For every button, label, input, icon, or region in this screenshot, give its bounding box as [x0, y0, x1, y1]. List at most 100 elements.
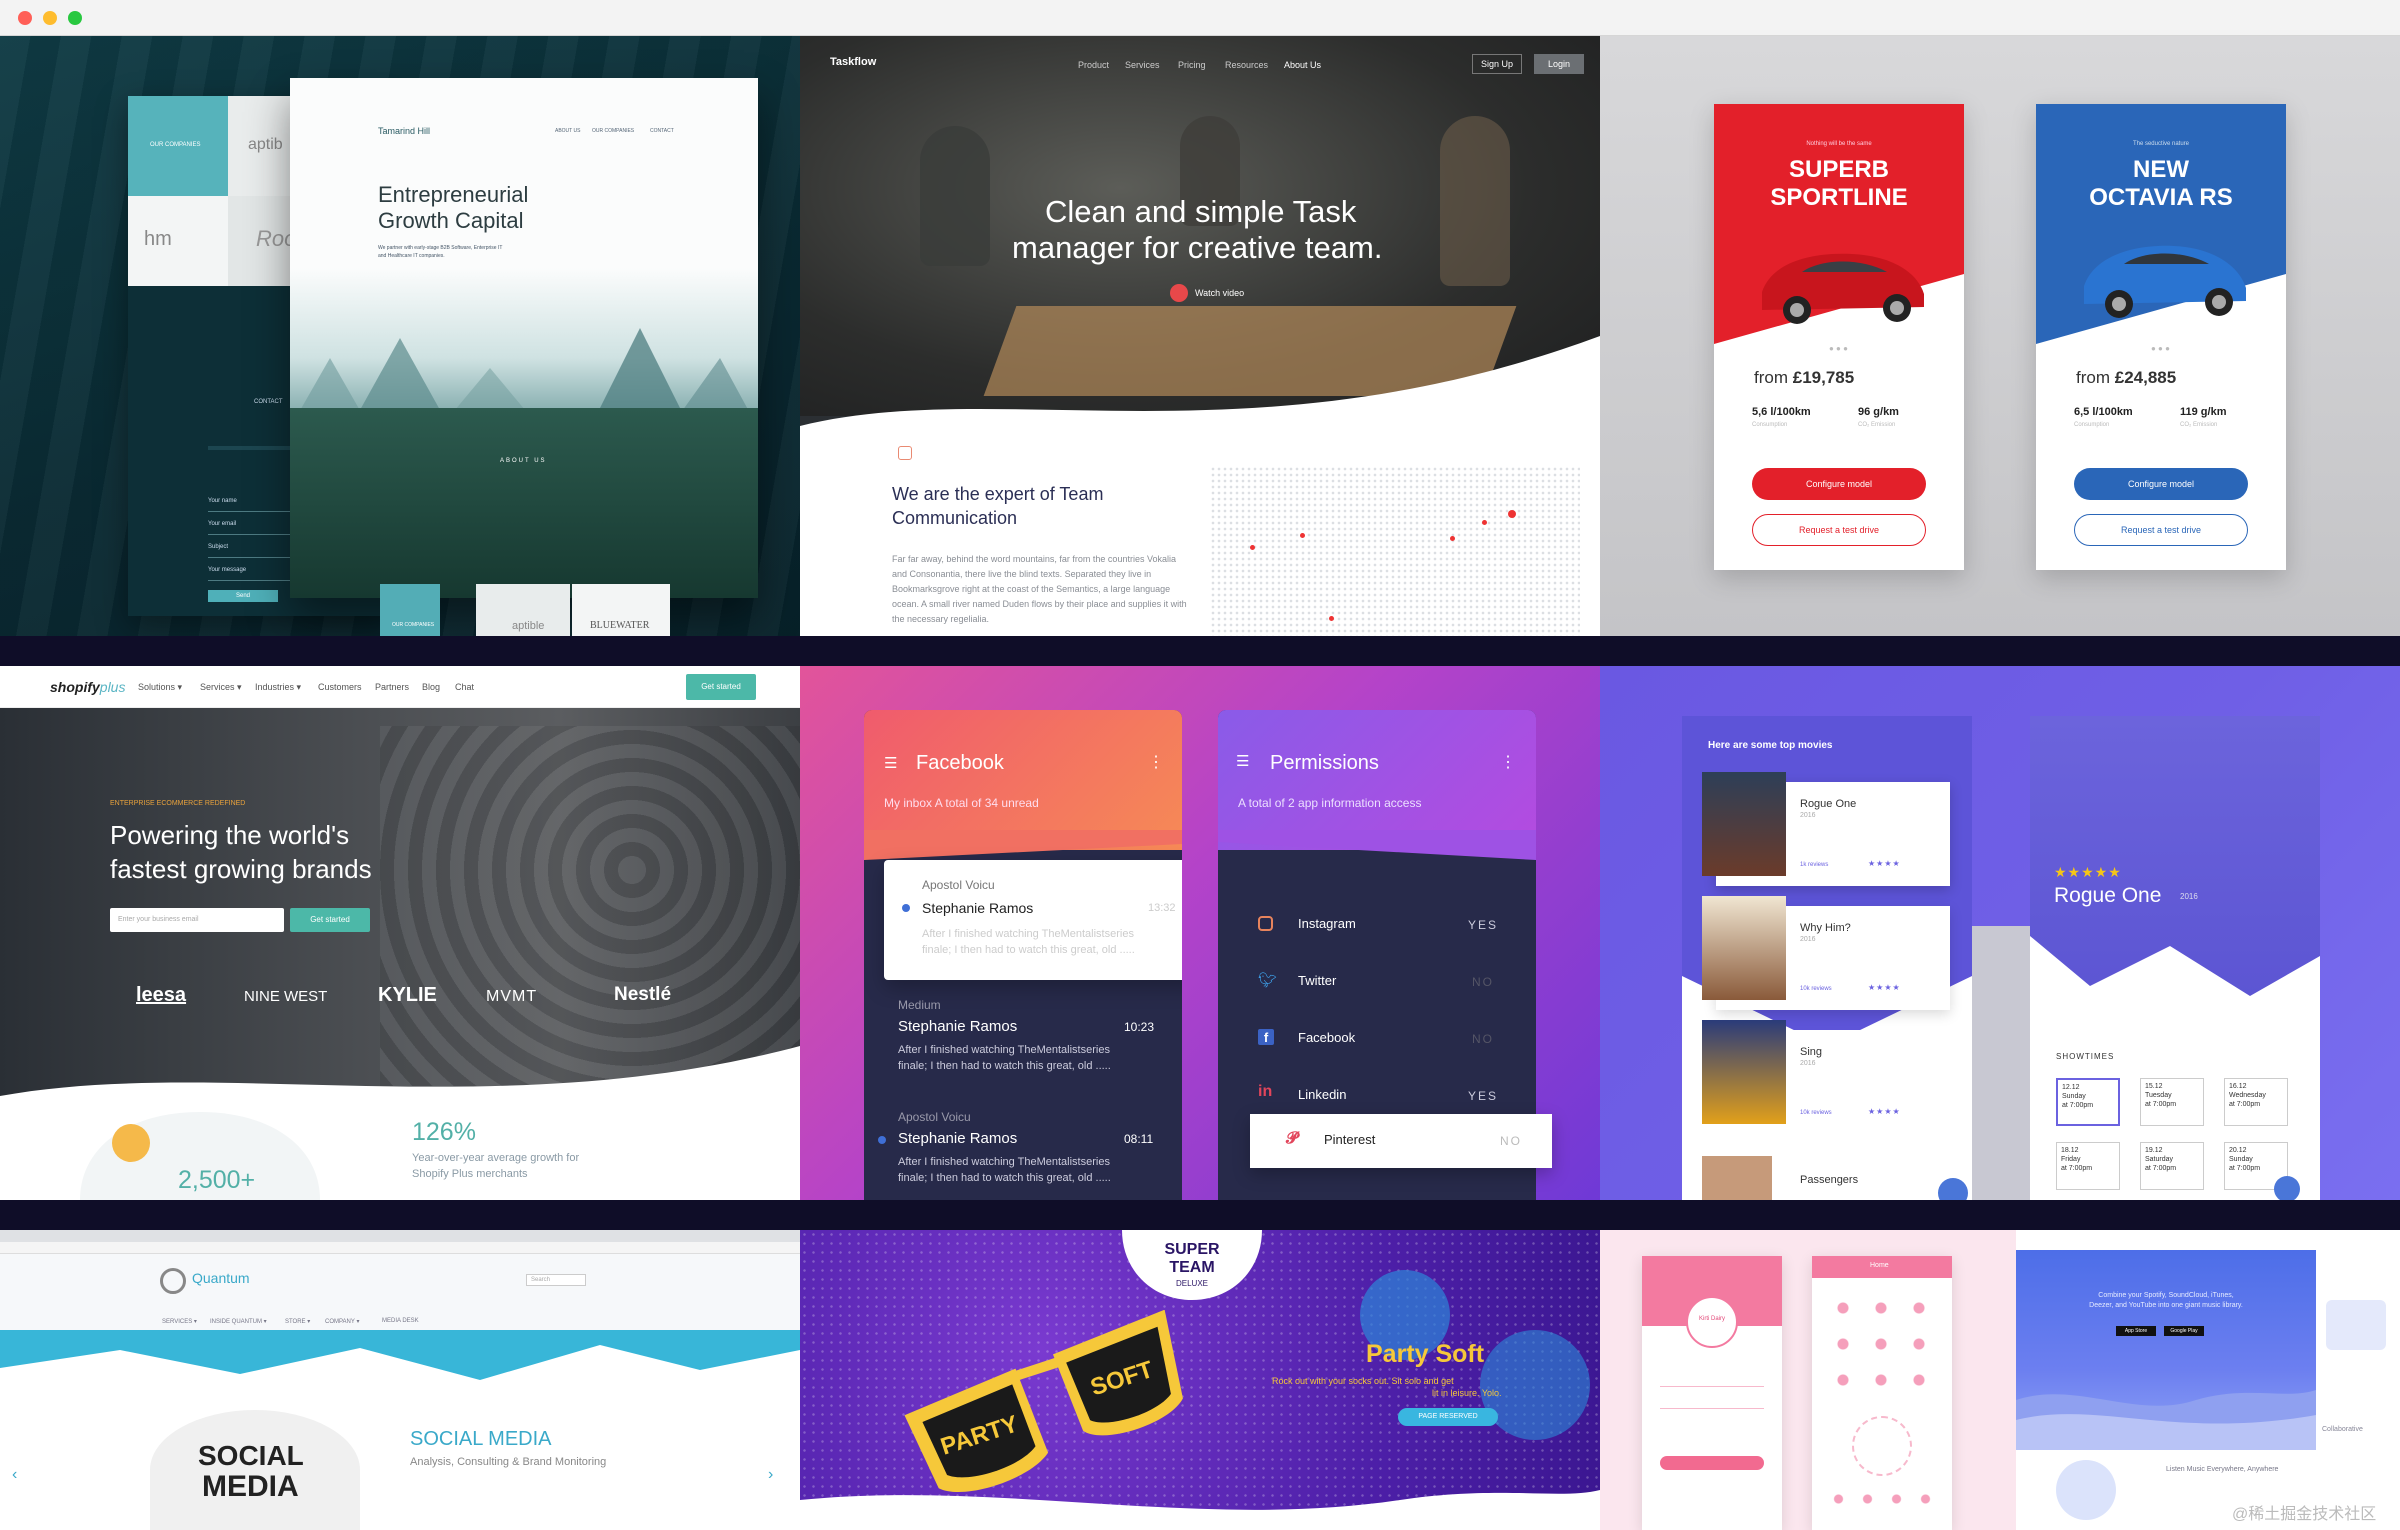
nav-industries[interactable]: Industries ▾: [255, 682, 301, 693]
showtime-date: 18.12: [2061, 1147, 2079, 1154]
rating-stars: ★★★★★: [2054, 864, 2122, 880]
message-row[interactable]: Apostol Voicu Stephanie Ramos 08:11 Afte…: [864, 1100, 1182, 1200]
bottom-icons[interactable]: [1824, 1484, 1940, 1514]
nav-company[interactable]: COMPANY ▾: [325, 1318, 359, 1325]
permission-row-facebook[interactable]: f Facebook NO: [1218, 1010, 1536, 1066]
permission-row-instagram[interactable]: Instagram YES: [1218, 896, 1536, 952]
nav-services[interactable]: Services: [1125, 60, 1160, 70]
companies-tile[interactable]: OUR COMPANIES: [380, 584, 440, 636]
shopify-logo[interactable]: shopifyplus: [50, 679, 125, 695]
nav-about[interactable]: About Us: [1284, 60, 1321, 70]
login-field[interactable]: [1660, 1408, 1764, 1409]
app-store-button[interactable]: App Store: [2116, 1326, 2156, 1336]
send-button[interactable]: Send: [208, 590, 278, 602]
review-count[interactable]: 1k reviews: [1800, 862, 1828, 868]
permission-value[interactable]: NO: [1472, 1032, 1494, 1046]
nav-media-desk[interactable]: MEDIA DESK: [382, 1318, 419, 1324]
movie-item-rogue-one[interactable]: Rogue One 2016 1k reviews ★★★★: [1702, 772, 1950, 886]
nav-services[interactable]: Services ▾: [200, 682, 242, 693]
permission-value[interactable]: NO: [1472, 975, 1494, 989]
more-options-icon[interactable]: ⋮: [1148, 752, 1164, 772]
play-icon[interactable]: [1170, 284, 1188, 302]
permission-value[interactable]: YES: [1468, 1089, 1498, 1103]
center-dial-icon[interactable]: [1852, 1416, 1912, 1476]
message-sender: Apostol Voicu: [922, 878, 995, 892]
nav-services[interactable]: SERVICES ▾: [162, 1318, 197, 1325]
car-card-superb[interactable]: Nothing will be the same SUPERB SPORTLIN…: [1714, 104, 1964, 570]
car-card-octavia[interactable]: The seductive nature NEW OCTAVIA RS ● ● …: [2036, 104, 2286, 570]
get-started-nav-button[interactable]: Get started: [686, 674, 756, 700]
nav-blog[interactable]: Blog: [422, 682, 440, 692]
taskflow-logo[interactable]: Taskflow: [830, 56, 876, 68]
review-count[interactable]: 10k reviews: [1800, 1110, 1832, 1116]
nav-chat[interactable]: Chat: [455, 682, 474, 692]
movie-item-sing[interactable]: Sing 2016 10k reviews ★★★★: [1702, 1020, 1950, 1134]
nav-contact[interactable]: CONTACT: [650, 128, 674, 134]
our-companies-tile[interactable]: OUR COMPANIES: [128, 96, 228, 196]
quantum-logo-text[interactable]: Quantum: [192, 1270, 250, 1286]
showtime-slot[interactable]: 12.12 Sunday at 7:00pm: [2056, 1078, 2120, 1126]
menu-icon[interactable]: ☰: [884, 754, 897, 772]
business-email-input[interactable]: Enter your business email: [110, 908, 284, 932]
divider-strip: [1972, 926, 2030, 1200]
search-input[interactable]: Search: [526, 1274, 586, 1286]
google-play-button[interactable]: Google Play: [2164, 1326, 2204, 1336]
signup-button[interactable]: Sign Up: [1472, 54, 1522, 74]
login-button[interactable]: Login: [1534, 54, 1584, 74]
movie-item-why-him[interactable]: Why Him? 2016 10k reviews ★★★★: [1702, 896, 1950, 1010]
carousel-prev-icon[interactable]: ‹: [12, 1466, 17, 1484]
permission-value[interactable]: YES: [1468, 918, 1498, 932]
menu-icon[interactable]: ☰: [1236, 752, 1249, 770]
brand-logo[interactable]: Tamarind Hill: [378, 126, 430, 136]
showtime-slot[interactable]: 16.12 Wednesday at 7:00pm: [2224, 1078, 2288, 1126]
minimize-window-button[interactable]: [43, 11, 57, 25]
nav-pricing[interactable]: Pricing: [1178, 60, 1206, 70]
nav-resources[interactable]: Resources: [1225, 60, 1268, 70]
super-team-logo[interactable]: SUPER TEAM DELUXE: [1122, 1230, 1262, 1310]
message-row-selected[interactable]: Apostol Voicu Stephanie Ramos 13:32 Afte…: [884, 860, 1182, 980]
nav-about[interactable]: ABOUT US: [555, 128, 580, 134]
category-grid[interactable]: [1824, 1290, 1940, 1400]
review-count[interactable]: 10k reviews: [1800, 986, 1832, 992]
permission-row-pinterest[interactable]: 𝓟 Pinterest NO: [1250, 1114, 1552, 1168]
card-tagline: The seductive nature: [2132, 141, 2190, 147]
carousel-dots[interactable]: ● ● ●: [1829, 344, 1848, 353]
movie-title: Passengers: [1800, 1174, 1859, 1186]
login-field[interactable]: [1660, 1386, 1764, 1387]
showtime-slot[interactable]: 19.12 Saturday at 7:00pm: [2140, 1142, 2204, 1190]
hero-headline-line1: Clean and simple Task: [1045, 194, 1357, 229]
car-cards-panel: Nothing will be the same SUPERB SPORTLIN…: [1600, 36, 2400, 636]
rating-stars: ★★★★: [1868, 983, 1901, 992]
carousel-next-icon[interactable]: ›: [768, 1466, 773, 1484]
microphone-icon[interactable]: [1938, 1178, 1968, 1200]
test-drive-button[interactable]: Request a test drive: [2074, 514, 2248, 546]
close-window-button[interactable]: [18, 11, 32, 25]
nav-product[interactable]: Product: [1078, 60, 1109, 70]
test-drive-button[interactable]: Request a test drive: [1752, 514, 1926, 546]
permission-row-twitter[interactable]: 🐦︎ Twitter NO: [1218, 953, 1536, 1009]
showtime-slot[interactable]: 15.12 Tuesday at 7:00pm: [2140, 1078, 2204, 1126]
nav-inside-quantum[interactable]: INSIDE QUANTUM ▾: [210, 1318, 267, 1325]
nav-store[interactable]: STORE ▾: [285, 1318, 310, 1325]
message-row[interactable]: Medium Stephanie Ramos 10:23 After I fin…: [864, 988, 1182, 1088]
page-reserved-button[interactable]: PAGE RESERVED: [1398, 1408, 1498, 1426]
configure-model-button[interactable]: Configure model: [1752, 468, 1926, 500]
browser-address-bar[interactable]: [0, 1242, 800, 1254]
nav-partners[interactable]: Partners: [375, 682, 409, 692]
maximize-window-button[interactable]: [68, 11, 82, 25]
carousel-dots[interactable]: ● ● ●: [2151, 344, 2170, 353]
front-page: Tamarind Hill ABOUT US OUR COMPANIES CON…: [290, 78, 758, 598]
permission-value[interactable]: NO: [1500, 1134, 1522, 1148]
get-started-button[interactable]: Get started: [290, 908, 370, 932]
configure-model-button[interactable]: Configure model: [2074, 468, 2248, 500]
nav-solutions[interactable]: Solutions ▾: [138, 682, 182, 693]
quantum-logo-icon[interactable]: [160, 1268, 186, 1294]
more-options-icon[interactable]: ⋮: [1500, 752, 1516, 772]
nav-companies[interactable]: OUR COMPANIES: [592, 128, 634, 134]
nav-customers[interactable]: Customers: [318, 682, 362, 692]
sign-in-button[interactable]: [1660, 1456, 1764, 1470]
tamarind-hill-panel: OUR COMPANIES aptib hm Rooz CONTACT Your…: [0, 36, 800, 636]
showtime-slot[interactable]: 18.12 Friday at 7:00pm: [2056, 1142, 2120, 1190]
microphone-icon[interactable]: [2274, 1176, 2300, 1200]
watch-video-link[interactable]: Watch video: [1195, 288, 1244, 298]
